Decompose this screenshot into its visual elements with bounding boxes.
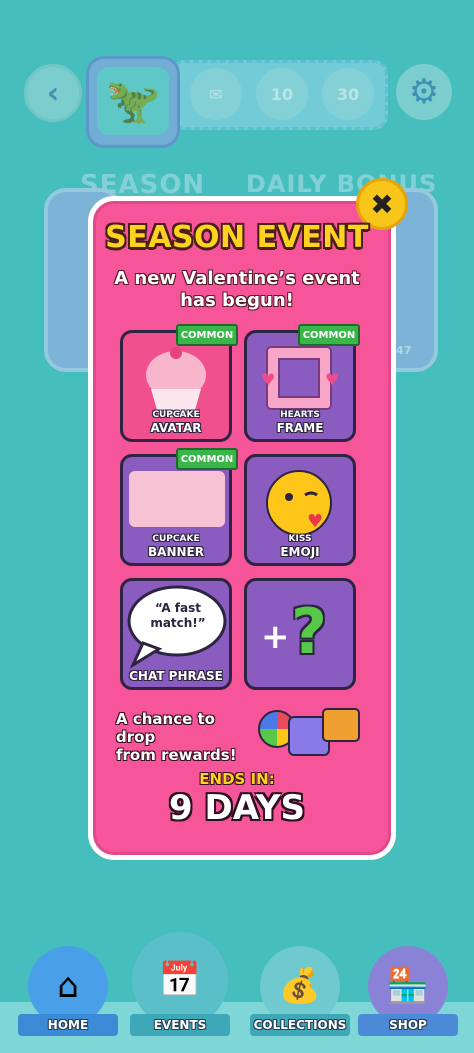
common-badge: COMMON	[298, 324, 360, 346]
nav-collections[interactable]: 💰 COLLECTIONS	[250, 940, 350, 1040]
common-badge: COMMON	[176, 324, 238, 346]
nav-events[interactable]: 📅 EVENTS	[130, 932, 230, 1040]
reward-hearts-frame[interactable]: ♥ ♥ HEARTS FRAME	[244, 330, 356, 442]
svg-text:♥: ♥	[261, 370, 275, 389]
reward-mystery[interactable]: + ?	[244, 578, 356, 690]
modal-subtitle: A new Valentine’s event has begun!	[114, 268, 360, 311]
reward-kiss-emoji[interactable]: ♥ KISS EMOJI	[244, 454, 356, 566]
plus-icon: +	[261, 617, 290, 657]
bottom-nav: ⌂ HOME 📅 EVENTS 💰 COLLECTIONS 🏪 SHOP	[0, 932, 474, 1053]
reward-cupcake-banner[interactable]: CUPCAKE BANNER	[120, 454, 232, 566]
chat-phrase-text: “A fast match!”	[150, 601, 206, 630]
treasure-chest-icon	[322, 708, 360, 742]
reward-cupcake-avatar[interactable]: CUPCAKE AVATAR	[120, 330, 232, 442]
reward-chat-phrase[interactable]: “A fast match!” CHAT PHRASE	[120, 578, 232, 690]
svg-text:♥: ♥	[307, 511, 323, 532]
svg-text:♥: ♥	[325, 370, 339, 389]
question-mark-icon: ?	[291, 595, 327, 668]
modal-title: SEASON EVENT	[105, 220, 369, 255]
close-icon: ✖	[370, 187, 394, 221]
nav-home[interactable]: ⌂ HOME	[18, 940, 118, 1040]
nav-shop[interactable]: 🏪 SHOP	[358, 940, 458, 1040]
drop-chance-text: A chance to drop from rewards!	[116, 710, 237, 764]
common-badge: COMMON	[176, 448, 238, 470]
ends-in-value: 9 DAYS	[169, 788, 305, 828]
ends-in-label: ENDS IN:	[199, 770, 275, 788]
